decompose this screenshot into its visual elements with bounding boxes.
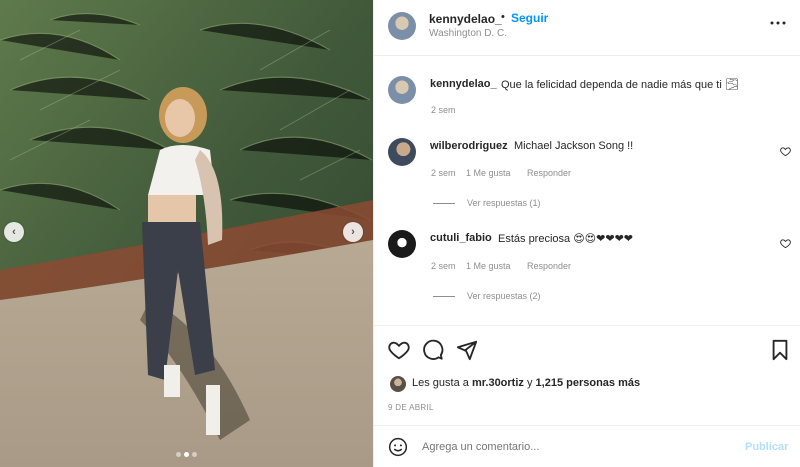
likes-others[interactable]: 1,215 personas más — [536, 377, 641, 389]
comment-likes[interactable]: 1 Me gusta — [466, 261, 511, 271]
comment-username[interactable]: wilberodriguez — [430, 140, 508, 152]
emoji-smiley-icon[interactable] — [388, 437, 408, 457]
carousel-next-button[interactable]: › — [343, 222, 363, 242]
comment-reply-button[interactable]: Responder — [527, 168, 571, 178]
comment-time[interactable]: 2 sem — [431, 168, 456, 178]
comment-avatar[interactable] — [388, 138, 416, 166]
comment-time[interactable]: 2 sem — [431, 261, 456, 271]
post-date[interactable]: 9 DE ABRIL — [388, 403, 434, 412]
carousel-dot — [176, 452, 181, 457]
comment-text: Estás preciosa 😍😍❤❤❤❤ — [498, 233, 634, 245]
caption-text: Que la felicidad dependa de nadie más qu… — [501, 79, 739, 91]
post-sidebar: kennydelao_ • Seguir Washington D. C. ke… — [373, 0, 800, 467]
photo-image — [0, 0, 373, 467]
likes-summary: Les gusta a mr.30ortiz y 1,215 personas … — [412, 377, 640, 389]
caption-username[interactable]: kennydelao_ — [430, 78, 497, 90]
replies-line — [433, 203, 455, 205]
like-heart-icon[interactable] — [388, 339, 410, 361]
dot-separator: • — [501, 11, 505, 23]
comment-reply-button[interactable]: Responder — [527, 261, 571, 271]
comment-like-heart-icon[interactable] — [780, 238, 791, 249]
comment-username[interactable]: cutuli_fabio — [430, 232, 492, 244]
comment-bubble-icon[interactable] — [422, 339, 444, 361]
view-replies-button[interactable]: Ver respuestas (2) — [433, 291, 541, 301]
view-replies-label[interactable]: Ver respuestas (2) — [467, 291, 541, 301]
post-dialog: ‹ › kennydelao_ • Seguir Washington D. C… — [0, 0, 800, 467]
more-horizontal-icon[interactable] — [770, 20, 786, 26]
comment-like-heart-icon[interactable] — [780, 146, 791, 157]
comment-likes[interactable]: 1 Me gusta — [466, 168, 511, 178]
author-avatar[interactable] — [388, 12, 416, 40]
author-username[interactable]: kennydelao_ — [429, 12, 502, 26]
comment-avatar[interactable] — [388, 230, 416, 258]
likes-user[interactable]: mr.30ortiz — [472, 377, 524, 389]
post-location[interactable]: Washington D. C. — [429, 28, 507, 39]
post-photo[interactable]: ‹ › — [0, 0, 373, 467]
carousel-dot — [192, 452, 197, 457]
comment-input[interactable] — [422, 437, 722, 457]
carousel-dot-active — [184, 452, 189, 457]
caption-time[interactable]: 2 sem — [431, 105, 456, 115]
replies-line — [433, 296, 455, 298]
comment-text: Michael Jackson Song !! — [514, 140, 634, 152]
liker-avatar[interactable] — [390, 376, 406, 392]
share-send-icon[interactable] — [456, 339, 478, 361]
follow-button[interactable]: Seguir — [511, 11, 548, 25]
publish-button[interactable]: Publicar — [745, 441, 788, 453]
likes-conj: y — [526, 377, 533, 389]
likes-prefix: Les gusta a — [412, 377, 469, 389]
add-comment-bar: Publicar — [374, 425, 800, 467]
view-replies-label[interactable]: Ver respuestas (1) — [467, 198, 541, 208]
view-replies-button[interactable]: Ver respuestas (1) — [433, 198, 541, 208]
post-header: kennydelao_ • Seguir Washington D. C. — [374, 0, 800, 56]
caption-avatar[interactable] — [388, 76, 416, 104]
carousel-prev-button[interactable]: ‹ — [4, 222, 24, 242]
carousel-dots — [176, 452, 197, 457]
save-bookmark-icon[interactable] — [770, 339, 790, 361]
